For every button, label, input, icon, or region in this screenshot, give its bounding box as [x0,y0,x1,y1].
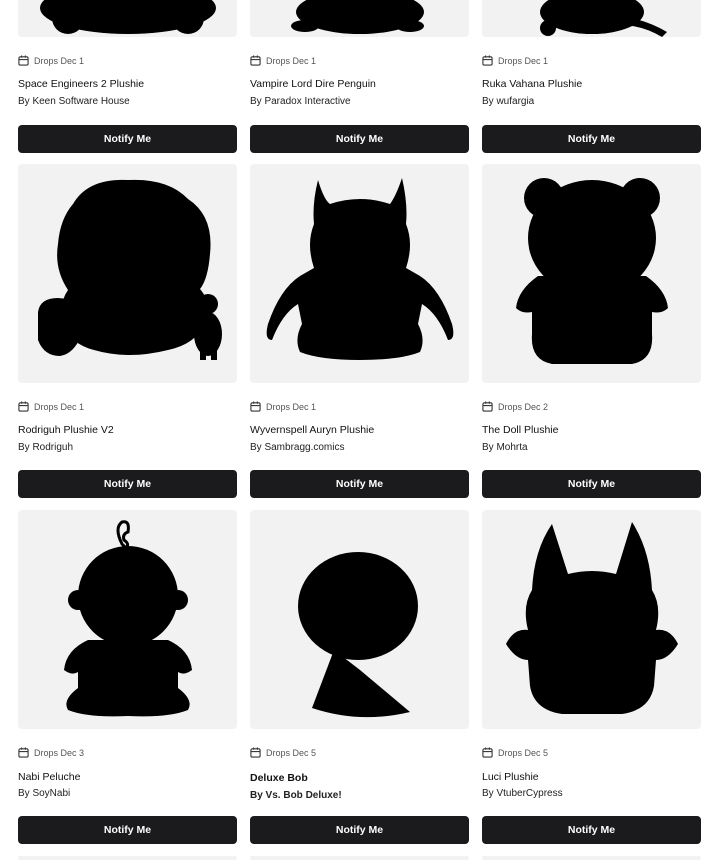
product-creator[interactable]: By Vs. Bob Deluxe! [250,790,342,801]
drop-date: Drops Dec 1 [18,401,84,412]
product-title[interactable]: The Doll Plushie [482,424,558,436]
notify-me-button[interactable]: Notify Me [250,816,469,844]
notify-me-button[interactable]: Notify Me [18,816,237,844]
product-image[interactable] [482,510,701,729]
product-creator[interactable]: By Mohrta [482,442,528,453]
notify-me-button[interactable]: Notify Me [482,470,701,498]
drop-date-text: Drops Dec 1 [498,55,549,66]
product-creator[interactable]: By Rodriguh [18,442,73,453]
drop-date: Drops Dec 5 [250,747,316,758]
drop-date-text: Drops Dec 2 [498,401,549,412]
product-image[interactable] [18,510,237,729]
product-title[interactable]: Luci Plushie [482,771,539,783]
product-image[interactable] [18,0,237,37]
drop-date-text: Drops Dec 1 [34,55,85,66]
product-creator[interactable]: By Paradox Interactive [250,96,351,107]
product-title[interactable]: Nabi Peluche [18,771,80,783]
drop-date-text: Drops Dec 1 [34,401,85,412]
product-title[interactable]: Vampire Lord Dire Penguin [250,78,376,90]
drop-date: Drops Dec 1 [18,55,84,66]
product-creator[interactable]: By Keen Software House [18,96,130,107]
product-title[interactable]: Rodriguh Plushie V2 [18,424,114,436]
product-image[interactable] [18,164,237,383]
product-image[interactable] [250,856,469,860]
product-creator[interactable]: By SoyNabi [18,788,70,799]
drop-date: Drops Dec 5 [482,747,548,758]
calendar-icon [482,401,493,412]
drop-date: Drops Dec 1 [250,55,316,66]
calendar-icon [18,401,29,412]
product-image[interactable] [250,510,469,729]
product-creator[interactable]: By wufargia [482,96,534,107]
product-title[interactable]: Space Engineers 2 Plushie [18,78,144,90]
notify-me-button[interactable]: Notify Me [482,816,701,844]
calendar-icon [250,55,261,66]
product-image[interactable] [482,164,701,383]
calendar-icon [250,747,261,758]
drop-date-text: Drops Dec 5 [498,747,549,758]
drop-date: Drops Dec 2 [482,401,548,412]
product-creator[interactable]: By VtuberCypress [482,788,563,799]
calendar-icon [482,55,493,66]
product-image[interactable] [482,0,701,37]
drop-date-text: Drops Dec 3 [34,747,85,758]
notify-me-button[interactable]: Notify Me [18,470,237,498]
calendar-icon [250,401,261,412]
notify-me-button[interactable]: Notify Me [250,470,469,498]
product-creator[interactable]: By Sambragg.comics [250,442,344,453]
drop-date-text: Drops Dec 1 [266,401,317,412]
notify-me-button[interactable]: Notify Me [250,125,469,153]
calendar-icon [18,55,29,66]
product-image[interactable] [18,856,237,860]
drop-date-text: Drops Dec 5 [266,747,317,758]
product-title[interactable]: Wyvernspell Auryn Plushie [250,424,374,436]
notify-me-button[interactable]: Notify Me [18,125,237,153]
product-image[interactable] [482,856,701,860]
drop-date: Drops Dec 1 [482,55,548,66]
drop-date: Drops Dec 3 [18,747,84,758]
calendar-icon [18,747,29,758]
product-title[interactable]: Ruka Vahana Plushie [482,78,582,90]
product-title[interactable]: Deluxe Bob [250,772,308,784]
product-image[interactable] [250,164,469,383]
calendar-icon [482,747,493,758]
drop-date: Drops Dec 1 [250,401,316,412]
product-image[interactable] [250,0,469,37]
notify-me-button[interactable]: Notify Me [482,125,701,153]
drop-date-text: Drops Dec 1 [266,55,317,66]
